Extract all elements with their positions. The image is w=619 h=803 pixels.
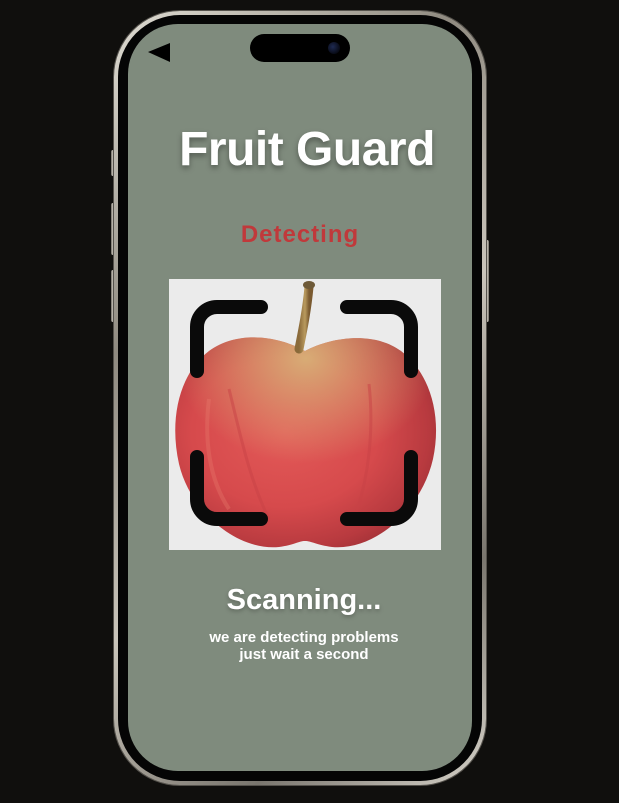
scanning-message-line-2: just wait a second	[239, 646, 369, 663]
scan-area[interactable]	[169, 279, 441, 550]
scan-frame-icon	[190, 300, 418, 526]
back-arrow-icon	[148, 43, 170, 62]
scanning-title: Scanning...	[226, 584, 382, 616]
app-title: Fruit Guard	[179, 123, 435, 176]
scanning-message-line-1: we are detecting problems	[209, 629, 399, 646]
dynamic-island	[250, 34, 350, 62]
status-label: Detecting	[240, 221, 360, 248]
phone-screen: Fruit Guard Detecting Scanning... we are…	[128, 24, 472, 771]
back-button[interactable]	[146, 40, 176, 70]
camera-icon	[328, 42, 340, 54]
stage: Fruit Guard Detecting Scanning... we are…	[0, 0, 619, 803]
